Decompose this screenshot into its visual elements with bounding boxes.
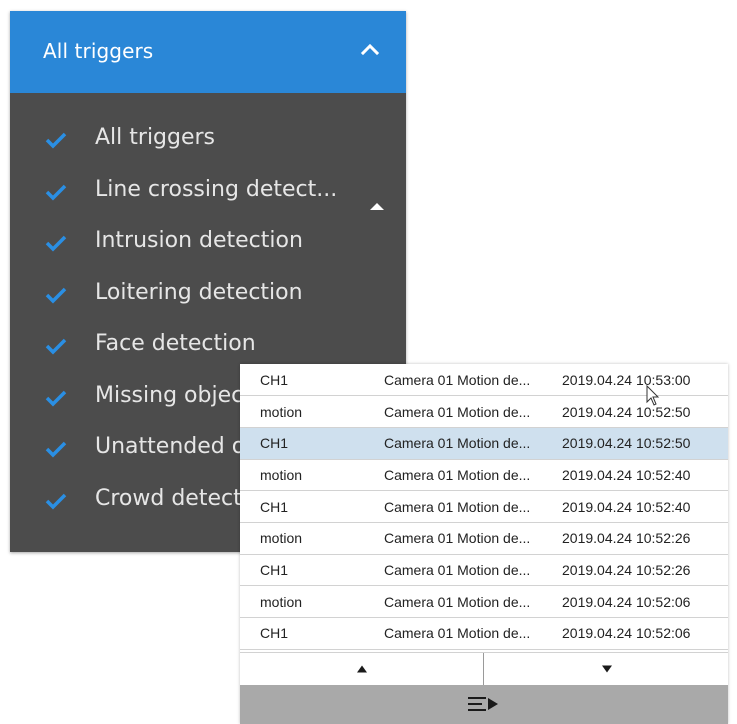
table-row[interactable]: motion Camera 01 Motion de... 2019.04.24… xyxy=(240,522,728,555)
event-description-cell: Camera 01 Motion de... xyxy=(384,403,531,420)
event-description-cell: Camera 01 Motion de... xyxy=(384,593,531,610)
event-description-cell: Camera 01 Motion de... xyxy=(384,530,531,547)
event-log-footer xyxy=(240,685,728,724)
screen: All triggers All triggers Line crossing … xyxy=(0,0,737,724)
event-description-cell: Camera 01 Motion de... xyxy=(384,371,531,388)
event-log-table: CH1 Camera 01 Motion de... 2019.04.24 10… xyxy=(240,364,728,650)
event-time-cell: 2019.04.24 10:52:06 xyxy=(562,625,691,642)
event-time-cell: 2019.04.24 10:52:26 xyxy=(562,530,691,547)
checkmark-icon xyxy=(45,235,67,252)
checkmark-icon xyxy=(45,287,67,303)
scroll-up-icon[interactable] xyxy=(366,199,388,213)
checkmark-icon xyxy=(45,493,67,509)
trigger-option-loitering[interactable]: Loitering detection xyxy=(10,270,406,322)
event-source-cell: CH1 xyxy=(260,625,289,642)
checkmark-icon xyxy=(45,390,67,406)
event-time-cell: 2019.04.24 10:52:40 xyxy=(562,498,691,515)
trigger-option-intrusion[interactable]: Intrusion detection xyxy=(10,218,406,270)
trigger-option-line-crossing[interactable]: Line crossing detect... xyxy=(10,167,406,219)
event-description-cell: Camera 01 Motion de... xyxy=(384,561,531,578)
trigger-option-label: Line crossing detect... xyxy=(95,176,338,202)
event-source-cell: CH1 xyxy=(260,561,289,578)
table-row[interactable]: CH1 Camera 01 Motion de... 2019.04.24 10… xyxy=(240,491,728,523)
event-time-cell: 2019.04.24 10:52:06 xyxy=(562,593,691,610)
event-source-cell: motion xyxy=(260,466,303,483)
trigger-option-all-triggers[interactable]: All triggers xyxy=(10,115,406,167)
checkmark-icon xyxy=(45,184,67,200)
trigger-option-label: Loitering detection xyxy=(95,279,303,305)
event-time-cell: 2019.04.24 10:52:50 xyxy=(562,403,691,420)
event-description-cell: Camera 01 Motion de... xyxy=(384,466,531,483)
playlist-play-icon[interactable] xyxy=(466,694,500,714)
event-description-cell: Camera 01 Motion de... xyxy=(384,435,531,452)
event-time-cell: 2019.04.24 10:52:26 xyxy=(562,561,691,578)
event-log-panel: CH1 Camera 01 Motion de... 2019.04.24 10… xyxy=(240,364,728,724)
table-row[interactable]: motion Camera 01 Motion de... 2019.04.24… xyxy=(240,459,728,491)
checkmark-icon xyxy=(45,338,67,355)
chevron-up-icon[interactable] xyxy=(360,39,380,59)
event-source-cell: CH1 xyxy=(260,371,289,388)
table-row[interactable]: CH1 Camera 01 Motion de... 2019.04.24 10… xyxy=(240,364,728,396)
table-row-selected[interactable]: CH1 Camera 01 Motion de... 2019.04.24 10… xyxy=(240,427,728,460)
triangle-up-icon xyxy=(356,665,367,673)
table-row[interactable]: CH1 Camera 01 Motion de... 2019.04.24 10… xyxy=(240,554,728,586)
trigger-option-label: Face detection xyxy=(95,331,256,356)
event-source-cell: motion xyxy=(260,593,303,610)
event-time-cell: 2019.04.24 10:52:50 xyxy=(562,435,691,452)
checkmark-icon xyxy=(45,441,67,458)
event-source-cell: CH1 xyxy=(260,498,289,515)
next-page-button[interactable] xyxy=(485,653,728,685)
trigger-filter-selected-label: All triggers xyxy=(43,39,154,63)
event-source-cell: motion xyxy=(260,403,303,420)
event-description-cell: Camera 01 Motion de... xyxy=(384,498,531,515)
table-row[interactable]: motion Camera 01 Motion de... 2019.04.24… xyxy=(240,586,728,618)
trigger-filter-header[interactable]: All triggers xyxy=(10,11,406,93)
table-row[interactable]: CH1 Camera 01 Motion de... 2019.04.24 10… xyxy=(240,618,728,650)
event-description-cell: Camera 01 Motion de... xyxy=(384,625,531,642)
pager-divider xyxy=(483,653,484,685)
event-time-cell: 2019.04.24 10:53:00 xyxy=(562,371,691,388)
trigger-option-label: Intrusion detection xyxy=(95,228,303,253)
trigger-option-label: Missing objec xyxy=(95,382,244,408)
event-source-cell: motion xyxy=(260,530,303,547)
trigger-option-label: Crowd detect xyxy=(95,485,242,511)
event-source-cell: CH1 xyxy=(260,435,289,452)
trigger-option-label: Unattended o xyxy=(95,434,246,459)
table-row[interactable]: motion Camera 01 Motion de... 2019.04.24… xyxy=(240,396,728,428)
event-log-pager xyxy=(240,652,728,685)
triangle-down-icon xyxy=(601,665,612,673)
checkmark-icon xyxy=(45,132,67,149)
trigger-option-label: All triggers xyxy=(95,125,216,150)
event-time-cell: 2019.04.24 10:52:40 xyxy=(562,466,691,483)
previous-page-button[interactable] xyxy=(240,653,483,685)
